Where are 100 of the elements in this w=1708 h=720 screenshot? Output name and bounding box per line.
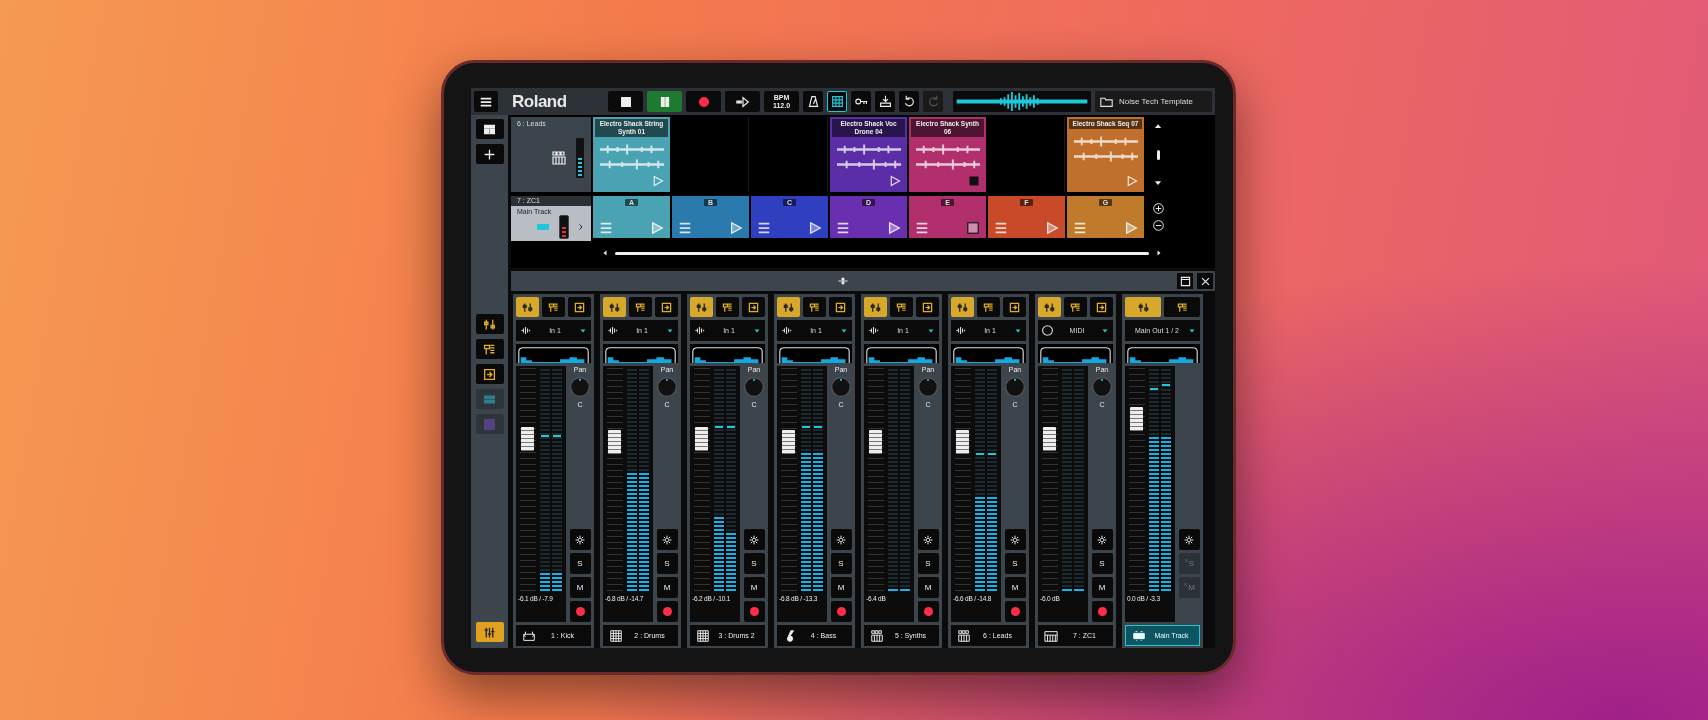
- zoom-in-icon[interactable]: [1152, 203, 1164, 214]
- fader-handle[interactable]: [608, 429, 621, 454]
- solo-button[interactable]: S: [569, 553, 591, 574]
- fader-track[interactable]: [692, 368, 712, 591]
- mixer-button[interactable]: [475, 622, 504, 642]
- fader-tab[interactable]: [690, 297, 713, 317]
- record-arm-button[interactable]: [830, 601, 852, 622]
- fader-handle[interactable]: [695, 427, 708, 452]
- mute-button[interactable]: M: [917, 577, 939, 598]
- export-button[interactable]: [875, 91, 895, 112]
- pan-knob[interactable]: [917, 376, 939, 398]
- project-button[interactable]: Noise Tech Template: [1095, 91, 1212, 112]
- play-icon[interactable]: [729, 221, 743, 235]
- fader-handle[interactable]: [782, 429, 795, 454]
- scroll-left-icon[interactable]: [601, 249, 609, 257]
- fx-tab[interactable]: [629, 297, 652, 317]
- play-icon[interactable]: [808, 221, 822, 235]
- mute-button[interactable]: M: [1004, 577, 1026, 598]
- stop-button[interactable]: [608, 91, 643, 112]
- fx-tab[interactable]: [1164, 297, 1200, 317]
- spectrum-graph[interactable]: [864, 344, 939, 363]
- fader-track[interactable]: [953, 368, 973, 591]
- record-arm-button[interactable]: [569, 601, 591, 622]
- route-tab[interactable]: [655, 297, 678, 317]
- fader-tab[interactable]: [1125, 297, 1161, 317]
- pan-knob[interactable]: [1004, 376, 1026, 398]
- pan-knob[interactable]: [569, 376, 591, 398]
- scroll-right-icon[interactable]: [1155, 249, 1163, 257]
- list-icon[interactable]: [836, 221, 850, 235]
- settings-button[interactable]: [830, 529, 852, 550]
- fader-handle[interactable]: [1043, 427, 1056, 452]
- record-arm-button[interactable]: [917, 601, 939, 622]
- spectrum-graph[interactable]: [1038, 344, 1113, 363]
- settings-button[interactable]: [743, 529, 765, 550]
- fader-tab[interactable]: [777, 297, 800, 317]
- list-icon[interactable]: [1073, 221, 1087, 235]
- route-tab[interactable]: [1090, 297, 1113, 317]
- fader-tab[interactable]: [1038, 297, 1061, 317]
- fader-track[interactable]: [866, 368, 886, 591]
- settings-button[interactable]: [917, 529, 939, 550]
- step-button[interactable]: [725, 91, 760, 112]
- solo-button[interactable]: S: [830, 553, 852, 574]
- fader-track[interactable]: [1127, 368, 1147, 591]
- route-tab[interactable]: [742, 297, 765, 317]
- scroll-thumb[interactable]: [1156, 149, 1160, 160]
- solo-button[interactable]: S: [1091, 553, 1113, 574]
- route-view-button[interactable]: [475, 364, 504, 384]
- scroll-thumb[interactable]: [615, 251, 1149, 255]
- fader-handle[interactable]: [1130, 407, 1143, 432]
- record-arm-button[interactable]: [743, 601, 765, 622]
- fx-tab[interactable]: [890, 297, 913, 317]
- mute-button[interactable]: M: [1091, 577, 1113, 598]
- fader-handle[interactable]: [956, 429, 969, 454]
- fader-track[interactable]: [1040, 368, 1060, 591]
- stop-icon[interactable]: [968, 175, 980, 187]
- pan-knob[interactable]: [743, 376, 765, 398]
- route-tab[interactable]: [829, 297, 852, 317]
- waveform-display[interactable]: [953, 91, 1091, 112]
- close-button[interactable]: [1197, 273, 1213, 289]
- solo-button[interactable]: S: [1004, 553, 1026, 574]
- spectrum-graph[interactable]: [690, 344, 765, 363]
- pause-button[interactable]: [647, 91, 682, 112]
- key-button[interactable]: [851, 91, 871, 112]
- spectrum-graph[interactable]: [951, 344, 1026, 363]
- drag-handle-icon[interactable]: [837, 275, 849, 287]
- fx-tab[interactable]: [803, 297, 826, 317]
- play-icon[interactable]: [1124, 221, 1138, 235]
- route-tab[interactable]: [916, 297, 939, 317]
- pan-knob[interactable]: [830, 376, 852, 398]
- settings-button[interactable]: [1178, 529, 1200, 550]
- fx-tab[interactable]: [1064, 297, 1087, 317]
- spectrum-graph[interactable]: [516, 344, 591, 363]
- fader-view-button[interactable]: [475, 314, 504, 334]
- route-tab[interactable]: [568, 297, 591, 317]
- tracks-button[interactable]: [475, 119, 504, 139]
- settings-button[interactable]: [656, 529, 678, 550]
- settings-button[interactable]: [1004, 529, 1026, 550]
- zoom-out-icon[interactable]: [1152, 220, 1164, 231]
- add-button[interactable]: [475, 144, 504, 164]
- fx-tab[interactable]: [716, 297, 739, 317]
- menu-button[interactable]: [474, 91, 498, 112]
- mute-button[interactable]: M: [830, 577, 852, 598]
- pan-knob[interactable]: [656, 376, 678, 398]
- mute-button[interactable]: M: [743, 577, 765, 598]
- pan-knob[interactable]: [1091, 376, 1113, 398]
- fader-handle[interactable]: [521, 427, 534, 452]
- fader-tab[interactable]: [951, 297, 974, 317]
- stop-icon[interactable]: [966, 221, 980, 235]
- solo-button[interactable]: S: [743, 553, 765, 574]
- list-icon[interactable]: [757, 221, 771, 235]
- solo-button[interactable]: S: [656, 553, 678, 574]
- fader-tab[interactable]: [864, 297, 887, 317]
- mute-button[interactable]: M: [656, 577, 678, 598]
- fx-tab[interactable]: [977, 297, 1000, 317]
- mute-button[interactable]: M: [569, 577, 591, 598]
- grid-button[interactable]: [827, 91, 847, 112]
- spectrum-graph[interactable]: [1125, 344, 1200, 363]
- record-button[interactable]: [686, 91, 721, 112]
- fader-tab[interactable]: [516, 297, 539, 317]
- fader-track[interactable]: [779, 368, 799, 591]
